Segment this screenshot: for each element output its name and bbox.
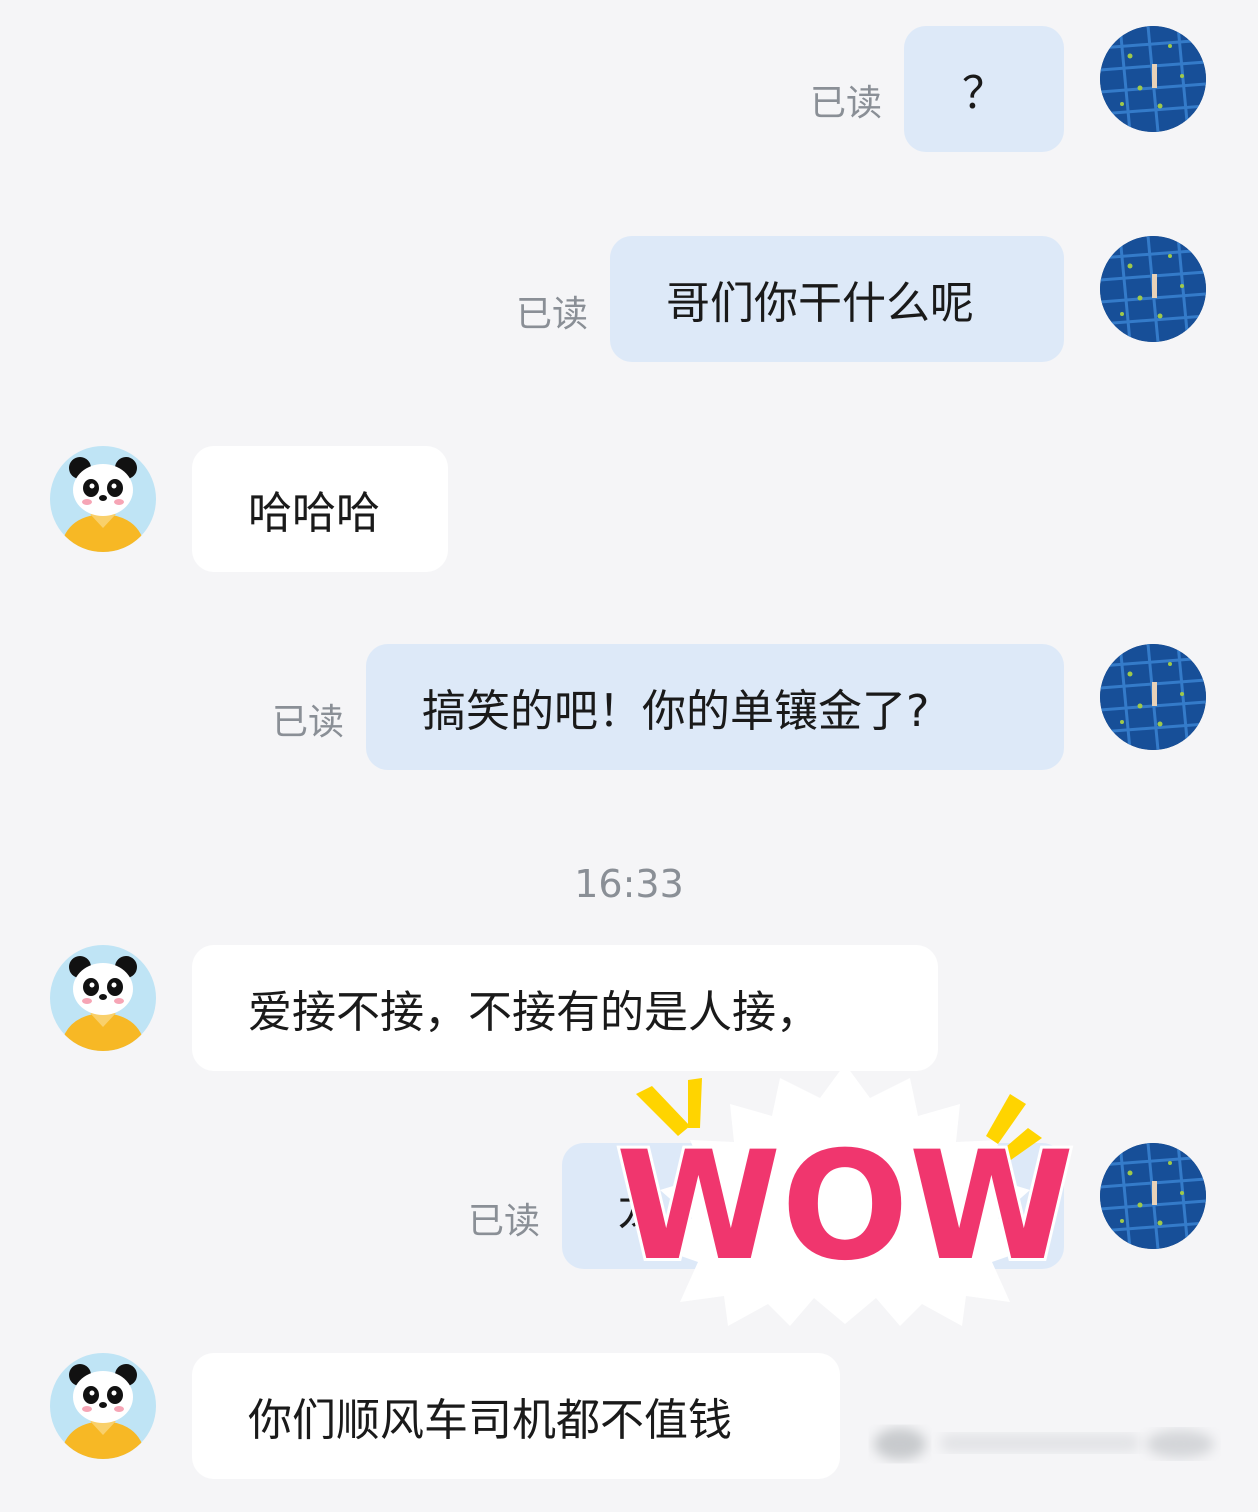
message-bubble-incoming[interactable]: 爱接不接，不接有的是人接， bbox=[192, 945, 938, 1071]
message-bubble-incoming[interactable]: 哈哈哈 bbox=[192, 446, 448, 572]
panda-avatar-icon[interactable] bbox=[50, 945, 156, 1051]
read-receipt: 已读 bbox=[271, 702, 344, 743]
chat-timestamp: 16:33 bbox=[574, 862, 684, 906]
read-receipt: 已读 bbox=[467, 1201, 540, 1242]
message-bubble-incoming[interactable]: 你们顺风车司机都不值钱 bbox=[192, 1353, 840, 1479]
message-text: 爱接不接，不接有的是人接， bbox=[248, 987, 820, 1038]
blurred-watermark bbox=[874, 1428, 1214, 1460]
panda-avatar-icon[interactable] bbox=[50, 1353, 156, 1459]
message-bubble-outgoing[interactable]: ？ bbox=[904, 26, 1064, 152]
message-text: 搞笑的吧！你的单镶金了? bbox=[422, 686, 930, 737]
message-bubble-outgoing[interactable]: 搞笑的吧！你的单镶金了? bbox=[366, 644, 1064, 770]
self-avatar-icon[interactable] bbox=[1100, 644, 1206, 750]
self-avatar-icon[interactable] bbox=[1100, 26, 1206, 132]
self-avatar-icon[interactable] bbox=[1100, 236, 1206, 342]
message-text: 哥们你干什么呢 bbox=[666, 278, 974, 329]
wow-sticker: WOW bbox=[600, 1058, 1090, 1328]
message-text: 哈哈哈 bbox=[248, 488, 380, 539]
chat-area: 已读 ？ 已读 哥们你干什么呢 哈哈哈 已读 搞笑的吧！你的单镶金了? 16:3… bbox=[0, 0, 1258, 1512]
self-avatar-icon[interactable] bbox=[1100, 1143, 1206, 1249]
panda-avatar-icon[interactable] bbox=[50, 446, 156, 552]
message-bubble-outgoing[interactable]: 哥们你干什么呢 bbox=[610, 236, 1064, 362]
read-receipt: 已读 bbox=[809, 83, 882, 124]
message-text: 你们顺风车司机都不值钱 bbox=[248, 1395, 732, 1446]
read-receipt: 已读 bbox=[515, 294, 588, 335]
message-text: ？ bbox=[962, 68, 1006, 119]
sticker-text: WOW bbox=[616, 1120, 1074, 1294]
